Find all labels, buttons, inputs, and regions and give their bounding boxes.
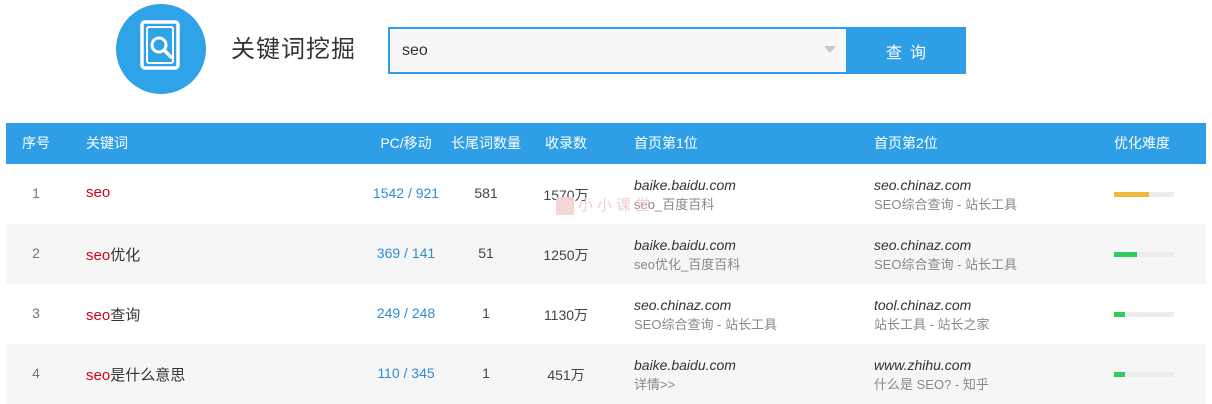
row-second-result[interactable]: seo.chinaz.com SEO综合查询 - 站长工具 xyxy=(874,235,1017,275)
header-long-tail[interactable]: 长尾词数量 xyxy=(446,123,526,164)
row-long-tail: 51 xyxy=(478,245,494,261)
header-difficulty[interactable]: 优化难度 xyxy=(1114,123,1170,164)
difficulty-bar xyxy=(1114,252,1174,257)
keyword-highlight[interactable]: seo xyxy=(86,184,110,201)
first-domain[interactable]: baike.baidu.com xyxy=(634,235,740,255)
row-keyword[interactable]: seo是什么意思 xyxy=(86,364,185,385)
difficulty-fill xyxy=(1114,192,1149,197)
keyword-highlight[interactable]: seo xyxy=(86,367,110,384)
keyword-rest[interactable]: 是什么意思 xyxy=(110,367,185,384)
chevron-down-icon[interactable] xyxy=(824,46,836,53)
second-title[interactable]: 什么是 SEO? - 知乎 xyxy=(874,375,989,395)
second-domain[interactable]: www.zhihu.com xyxy=(874,355,989,375)
header-keyword: 关键词 xyxy=(86,135,128,151)
row-second-result[interactable]: seo.chinaz.com SEO综合查询 - 站长工具 xyxy=(874,175,1017,215)
row-first-result[interactable]: seo.chinaz.com SEO综合查询 - 站长工具 xyxy=(634,295,777,335)
row-indexed: 1130万 xyxy=(543,307,589,323)
row-index: 1 xyxy=(32,185,40,201)
header-index: 序号 xyxy=(22,135,50,151)
header-indexed[interactable]: 收录数 xyxy=(526,123,606,164)
second-title[interactable]: SEO综合查询 - 站长工具 xyxy=(874,195,1017,215)
row-second-result[interactable]: tool.chinaz.com 站长工具 - 站长之家 xyxy=(874,295,990,335)
row-long-tail: 1 xyxy=(482,365,490,381)
search-input[interactable] xyxy=(390,29,810,72)
row-first-result[interactable]: baike.baidu.com seo优化_百度百科 xyxy=(634,235,740,275)
first-domain[interactable]: baike.baidu.com xyxy=(634,355,736,375)
difficulty-bar xyxy=(1114,192,1174,197)
second-domain[interactable]: seo.chinaz.com xyxy=(874,175,1017,195)
difficulty-fill xyxy=(1114,252,1137,257)
difficulty-bar xyxy=(1114,312,1174,317)
first-title[interactable]: SEO综合查询 - 站长工具 xyxy=(634,315,777,335)
search-button[interactable]: 查询 xyxy=(846,27,966,74)
table-header: 序号 关键词 PC/移动 长尾词数量 收录数 首页第1位 首页第2位 优化难度 xyxy=(6,123,1206,164)
header-first: 首页第1位 xyxy=(634,135,698,151)
logo-icon xyxy=(116,4,206,94)
second-domain[interactable]: seo.chinaz.com xyxy=(874,235,1017,255)
second-domain[interactable]: tool.chinaz.com xyxy=(874,295,990,315)
first-title[interactable]: seo优化_百度百科 xyxy=(634,255,740,275)
row-keyword[interactable]: seo xyxy=(86,184,110,201)
row-indexed: 1250万 xyxy=(543,247,589,263)
table-row: 2 seo优化 369 / 141 51 1250万 baike.baidu.c… xyxy=(6,224,1206,284)
row-long-tail: 581 xyxy=(474,185,498,201)
search-box[interactable] xyxy=(388,27,848,74)
second-title[interactable]: 站长工具 - 站长之家 xyxy=(874,315,990,335)
first-domain[interactable]: baike.baidu.com xyxy=(634,175,736,195)
table-row: 3 seo查询 249 / 248 1 1130万 seo.chinaz.com… xyxy=(6,284,1206,344)
keyword-rest[interactable]: 优化 xyxy=(110,247,140,264)
first-domain[interactable]: seo.chinaz.com xyxy=(634,295,777,315)
header-second: 首页第2位 xyxy=(874,135,938,151)
difficulty-fill xyxy=(1114,372,1125,377)
results-table: 序号 关键词 PC/移动 长尾词数量 收录数 首页第1位 首页第2位 优化难度 … xyxy=(6,123,1206,404)
watermark-text: 小小课堂 xyxy=(578,197,655,214)
second-title[interactable]: SEO综合查询 - 站长工具 xyxy=(874,255,1017,275)
difficulty-fill xyxy=(1114,312,1125,317)
page-title: 关键词挖掘 xyxy=(231,36,356,63)
watermark-logo-icon xyxy=(556,197,574,216)
row-second-result[interactable]: www.zhihu.com 什么是 SEO? - 知乎 xyxy=(874,355,989,395)
keyword-highlight[interactable]: seo xyxy=(86,247,110,264)
difficulty-bar xyxy=(1114,372,1174,377)
first-title[interactable]: 详情>> xyxy=(634,375,736,395)
row-first-result[interactable]: baike.baidu.com 详情>> xyxy=(634,355,736,395)
row-indexed: 451万 xyxy=(547,367,585,383)
row-keyword[interactable]: seo查询 xyxy=(86,304,140,325)
row-index: 4 xyxy=(32,365,40,381)
keyword-rest[interactable]: 查询 xyxy=(110,307,140,324)
row-index: 2 xyxy=(32,245,40,261)
watermark: 小小课堂 xyxy=(556,194,655,216)
keyword-highlight[interactable]: seo xyxy=(86,307,110,324)
row-index: 3 xyxy=(32,305,40,321)
row-keyword[interactable]: seo优化 xyxy=(86,244,140,265)
row-long-tail: 1 xyxy=(482,305,490,321)
table-row: 4 seo是什么意思 110 / 345 1 451万 baike.baidu.… xyxy=(6,344,1206,404)
